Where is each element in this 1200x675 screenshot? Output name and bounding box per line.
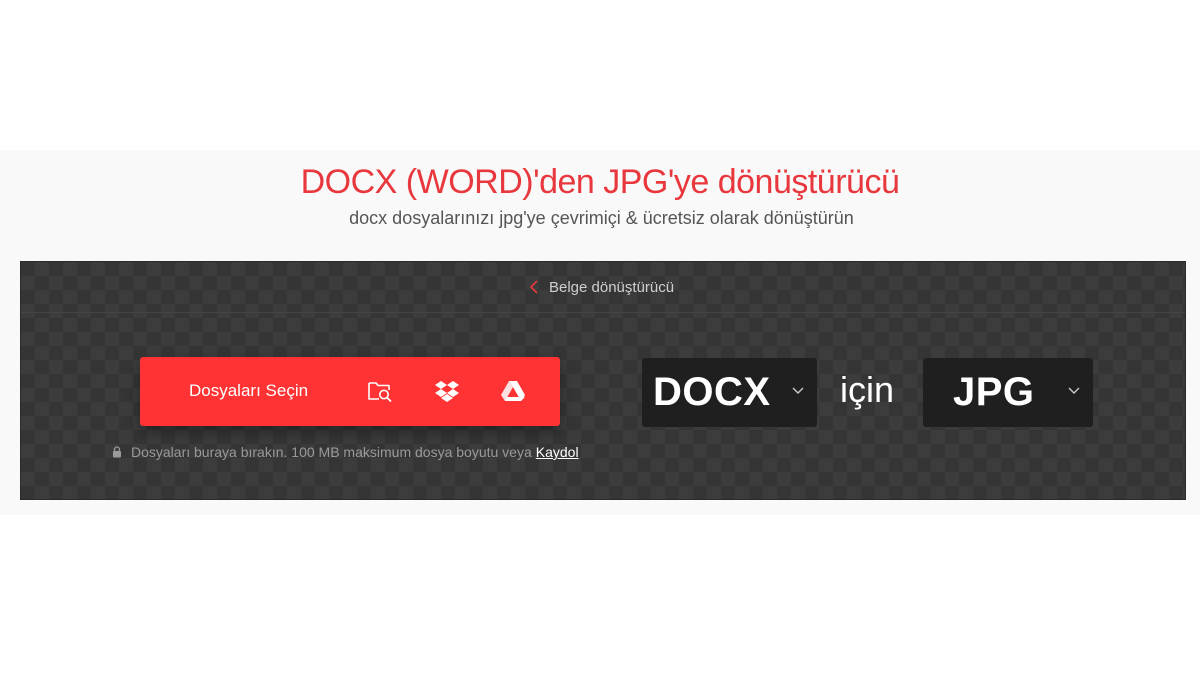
conversion-connector: için bbox=[840, 369, 895, 410]
chevron-down-icon bbox=[792, 387, 804, 394]
select-files-label: Dosyaları Seçin bbox=[189, 381, 309, 400]
chevron-left-icon bbox=[529, 280, 538, 294]
drop-hint: Dosyaları buraya bırakın. 100 MB maksimu… bbox=[112, 444, 579, 460]
back-link-label: Belge dönüştürücü bbox=[549, 278, 675, 296]
dropbox-icon[interactable] bbox=[434, 379, 460, 403]
page-title: DOCX (WORD)'den JPG'ye dönüştürücü bbox=[300, 163, 900, 201]
lock-icon bbox=[113, 446, 121, 458]
to-format-value: JPG bbox=[953, 370, 1035, 414]
converter-panel: Belge dönüştürücü Dosyaları Seçin Dosyal… bbox=[20, 261, 1186, 500]
select-files-button[interactable]: Dosyaları Seçin bbox=[140, 357, 560, 426]
chevron-down-icon bbox=[1068, 387, 1080, 394]
google-drive-icon[interactable] bbox=[500, 379, 526, 403]
from-format-value: DOCX bbox=[653, 370, 771, 414]
signup-link[interactable]: Kaydol bbox=[536, 444, 579, 460]
back-link[interactable]: Belge dönüştürücü bbox=[528, 276, 674, 298]
to-format-select[interactable]: JPG bbox=[923, 358, 1093, 427]
drop-hint-text: Dosyaları buraya bırakın. 100 MB maksimu… bbox=[131, 444, 532, 460]
page-subtitle: docx dosyalarınızı jpg'ye çevrimiçi & üc… bbox=[349, 208, 854, 228]
from-format-select[interactable]: DOCX bbox=[642, 358, 817, 427]
folder-search-icon[interactable] bbox=[367, 379, 393, 403]
panel-nav: Belge dönüştürücü bbox=[21, 262, 1185, 313]
